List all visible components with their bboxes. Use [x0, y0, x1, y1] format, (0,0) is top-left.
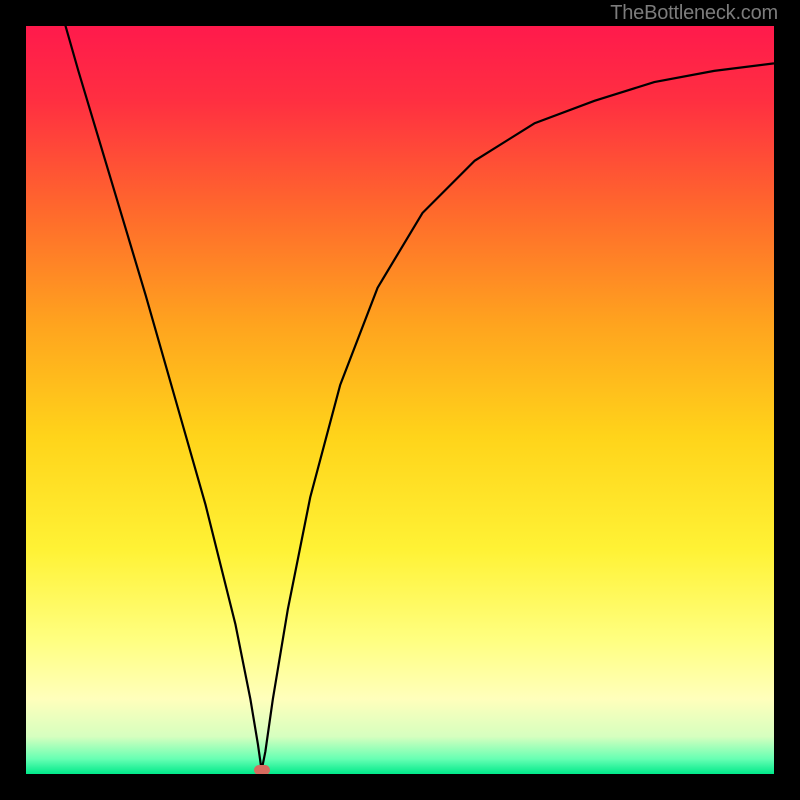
chart-frame: TheBottleneck.com: [0, 0, 800, 800]
bottleneck-curve: [26, 26, 774, 774]
minimum-marker: [254, 765, 270, 774]
attribution-text: TheBottleneck.com: [610, 2, 778, 25]
plot-area: [26, 26, 774, 774]
